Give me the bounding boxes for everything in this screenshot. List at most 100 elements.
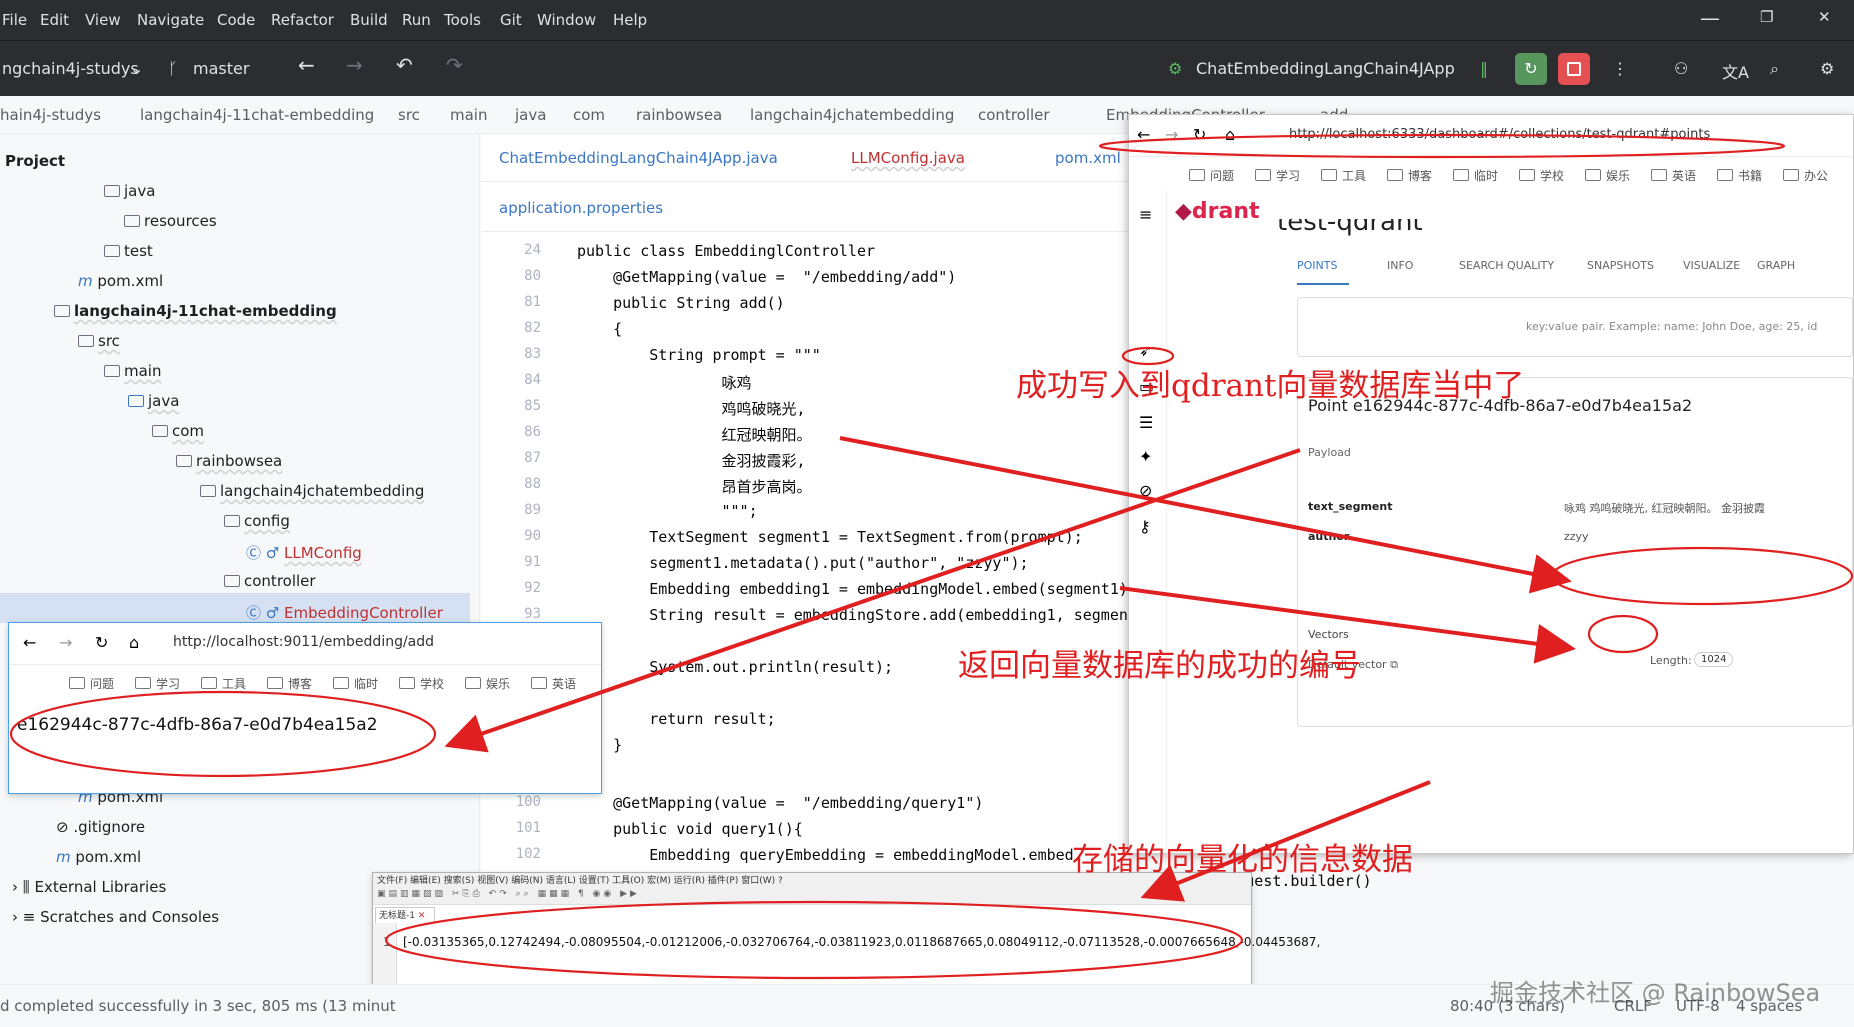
minimize-icon[interactable]: — <box>1700 6 1720 30</box>
tab-llmconfig[interactable]: LLMConfig.java <box>851 149 965 167</box>
rerun-icon[interactable]: ↻ <box>1515 53 1547 85</box>
tree-item[interactable]: m pom.xml <box>56 848 141 866</box>
crumb-rainbowsea[interactable]: rainbowsea <box>636 106 722 124</box>
bookmark-item[interactable]: 问题 <box>69 675 114 692</box>
tab-points[interactable]: POINTS <box>1297 259 1337 272</box>
run-config-selector[interactable]: ChatEmbeddingLangChain4JApp <box>1196 59 1455 78</box>
code-line[interactable]: Embedding queryEmbedding = embeddingMode… <box>577 846 1073 864</box>
link-icon[interactable]: ⊘ <box>1139 481 1152 500</box>
tree-item[interactable]: Ⓒ ♂ EmbeddingController <box>246 602 443 623</box>
gear-icon[interactable]: ⚙ <box>1820 59 1834 78</box>
code-line[interactable]: 红冠映朝阳。 <box>577 424 811 445</box>
stop-button[interactable] <box>1558 53 1590 85</box>
collections-icon[interactable]: ☰ <box>1139 413 1153 432</box>
more-icon[interactable]: ⋮ <box>1612 59 1628 78</box>
bookmark-item[interactable]: 英语 <box>1651 167 1696 184</box>
code-line[interactable]: @GetMapping(value = "/embedding/query1") <box>577 794 983 812</box>
menu-git[interactable]: Git <box>500 11 522 29</box>
tree-item[interactable]: langchain4jchatembedding <box>200 482 424 500</box>
tab-search-quality[interactable]: SEARCH QUALITY <box>1459 259 1554 272</box>
menu-run[interactable]: Run <box>402 11 431 29</box>
code-line[interactable]: 昂首步高岗。 <box>577 476 811 497</box>
code-line[interactable]: Embedding embedding1 = embeddingModel.em… <box>577 580 1128 598</box>
code-line[interactable]: """; <box>577 502 757 520</box>
code-line[interactable]: TextSegment segment1 = TextSegment.from(… <box>577 528 1083 546</box>
bookmark-item[interactable]: 办公 <box>1783 167 1828 184</box>
tab-properties[interactable]: application.properties <box>499 199 663 217</box>
bookmark-item[interactable]: 英语 <box>531 675 576 692</box>
crumb-main[interactable]: main <box>450 106 487 124</box>
forward-icon[interactable]: → <box>1165 125 1178 144</box>
code-line[interactable]: public String add() <box>577 294 785 312</box>
bookmark-item[interactable]: 工具 <box>201 675 246 692</box>
code-line[interactable]: segment1.metadata().put("author", "zzyy"… <box>577 554 1028 572</box>
add-user-icon[interactable]: ⚇ <box>1674 59 1688 78</box>
url-field[interactable]: http://localhost:6333/dashboard#/collect… <box>1289 127 1710 142</box>
forward-icon[interactable]: → <box>346 53 363 77</box>
menu-refactor[interactable]: Refactor <box>271 11 334 29</box>
code-line[interactable]: public class EmbeddinglController <box>577 242 875 260</box>
crumb-java[interactable]: java <box>515 106 546 124</box>
code-line[interactable]: System.out.println(result); <box>577 658 893 676</box>
back-icon[interactable]: ← <box>1137 125 1150 144</box>
redo-icon[interactable]: ↷ <box>446 53 463 77</box>
chevron-down-icon[interactable]: ⌄ <box>130 59 143 78</box>
bookmark-item[interactable]: 娱乐 <box>465 675 510 692</box>
tree-item[interactable]: config <box>224 512 290 530</box>
tab-graph[interactable]: GRAPH <box>1757 259 1795 272</box>
menu-help[interactable]: Help <box>613 11 647 29</box>
menu-view[interactable]: View <box>85 11 121 29</box>
tab-visualize[interactable]: VISUALIZE <box>1683 259 1740 272</box>
menu-window[interactable]: Window <box>537 11 596 29</box>
tab-info[interactable]: INFO <box>1387 259 1413 272</box>
vector-data-text[interactable]: [-0.03135365,0.12742494,-0.08095504,-0.0… <box>403 935 1320 949</box>
reload-icon[interactable]: ↻ <box>95 633 108 652</box>
bookmark-item[interactable]: 问题 <box>1189 167 1234 184</box>
tree-item[interactable]: main <box>104 362 161 380</box>
branch-selector[interactable]: master <box>193 59 249 78</box>
bookmark-item[interactable]: 书籍 <box>1717 167 1762 184</box>
tree-item[interactable]: java <box>128 392 179 410</box>
restore-icon[interactable]: ❐ <box>1760 8 1773 26</box>
tree-item[interactable]: controller <box>224 572 316 590</box>
code-line[interactable]: 鸡鸣破晓光, <box>577 398 805 419</box>
crumb-root[interactable]: hain4j-studys <box>0 106 101 124</box>
tree-item[interactable]: resources <box>124 212 217 230</box>
tree-item[interactable]: Ⓒ ♂ LLMConfig <box>246 542 362 563</box>
tab-snapshots[interactable]: SNAPSHOTS <box>1587 259 1654 272</box>
bookmark-item[interactable]: 学习 <box>1255 167 1300 184</box>
panel-title[interactable]: Project <box>5 152 65 170</box>
close-icon[interactable]: ✕ <box>1818 8 1831 26</box>
menu-build[interactable]: Build <box>350 11 388 29</box>
notepad-toolbar[interactable]: ▣▤▥▦▧▨ ✂⎘⎙ ↶↷ ⌕⌕ ▦▦▦ ¶ ◉◉ ▶▶ <box>373 889 1251 905</box>
tree-item[interactable]: › ≡ Scratches and Consoles <box>12 908 219 926</box>
crumb-module[interactable]: langchain4j-11chat-embedding <box>140 106 374 124</box>
code-line[interactable]: String result = embeddingStore.add(embed… <box>577 606 1128 624</box>
bulb-icon[interactable]: ✦ <box>1139 447 1152 466</box>
reload-icon[interactable]: ↻ <box>1193 125 1206 144</box>
code-line[interactable]: @GetMapping(value = "/embedding/add") <box>577 268 956 286</box>
menu-code[interactable]: Code <box>217 11 255 29</box>
menu-file[interactable]: File <box>2 11 27 29</box>
tab-pom[interactable]: pom.xml <box>1055 149 1121 167</box>
menu-icon[interactable]: ≡ <box>1139 205 1152 224</box>
bookmark-item[interactable]: 博客 <box>1387 167 1432 184</box>
tree-item[interactable]: ⊘ .gitignore <box>56 818 145 836</box>
home-icon[interactable]: ⌂ <box>129 633 139 652</box>
bookmark-item[interactable]: 工具 <box>1321 167 1366 184</box>
crumb-package[interactable]: langchain4jchatembedding <box>750 106 954 124</box>
tree-item[interactable]: langchain4j-11chat-embedding <box>54 302 337 320</box>
notepad-tab[interactable]: 无标题-1 ✕ <box>375 907 435 923</box>
back-icon[interactable]: ← <box>298 53 315 77</box>
bookmark-item[interactable]: 学习 <box>135 675 180 692</box>
bookmark-item[interactable]: 博客 <box>267 675 312 692</box>
undo-icon[interactable]: ↶ <box>396 53 413 77</box>
menu-tools[interactable]: Tools <box>444 11 481 29</box>
code-line[interactable]: 咏鸡 <box>577 372 751 393</box>
tree-item[interactable]: com <box>152 422 204 440</box>
tree-item[interactable]: src <box>78 332 120 350</box>
crumb-com[interactable]: com <box>573 106 605 124</box>
code-line[interactable]: public void query1(){ <box>577 820 803 838</box>
code-editor[interactable]: ChatEmbeddingLangChain4JApp.java LLMConf… <box>481 134 1372 964</box>
forward-icon[interactable]: → <box>59 633 72 652</box>
